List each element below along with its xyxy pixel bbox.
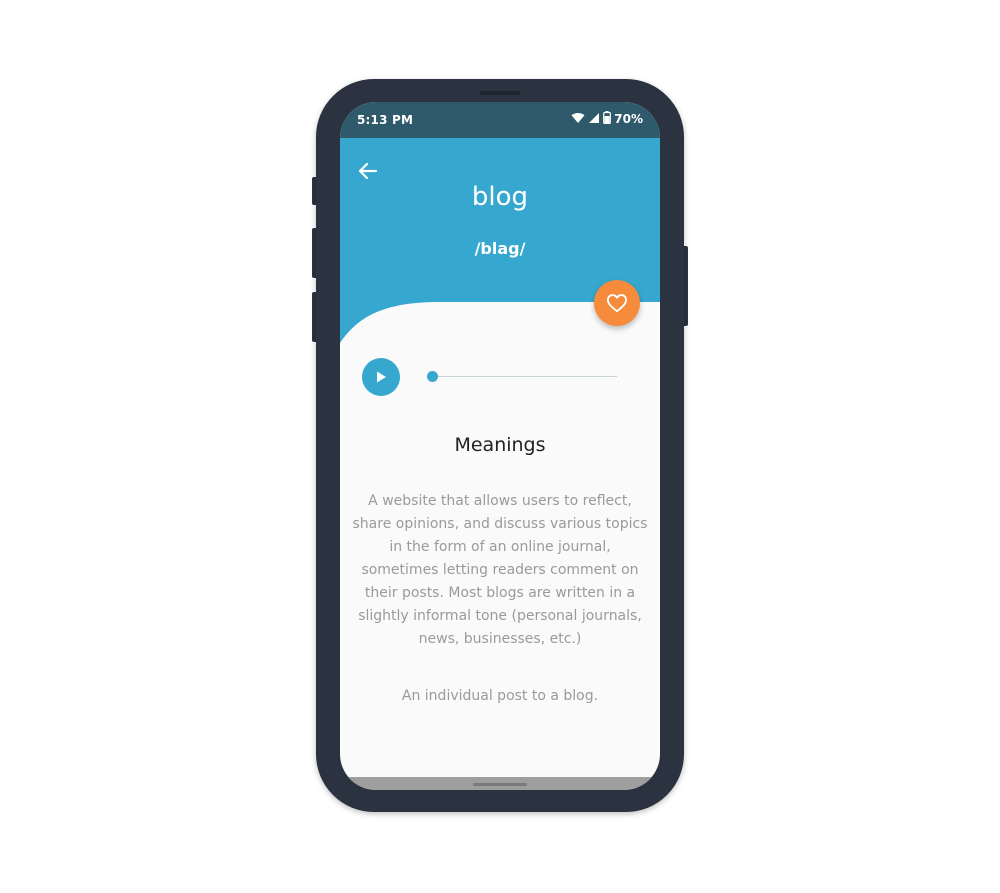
favorite-button[interactable] bbox=[594, 280, 640, 326]
audio-progress-thumb[interactable] bbox=[427, 371, 438, 382]
status-icons: 70% bbox=[571, 111, 643, 127]
word-title: blog bbox=[471, 182, 529, 212]
home-indicator[interactable] bbox=[473, 783, 527, 786]
back-button[interactable] bbox=[356, 159, 380, 183]
heart-outline-icon bbox=[607, 294, 627, 313]
audio-progress-track[interactable] bbox=[432, 376, 617, 377]
battery-percent: 70% bbox=[614, 112, 643, 126]
play-button[interactable] bbox=[362, 358, 400, 396]
arrow-left-icon bbox=[358, 162, 378, 180]
header-wave bbox=[340, 302, 660, 378]
earpiece bbox=[480, 91, 520, 95]
battery-icon bbox=[603, 111, 612, 127]
app-screen: 5:13 PM 70% blog /blag/ Meanings A websi… bbox=[340, 102, 660, 790]
phonetic-text: /blag/ bbox=[474, 239, 526, 258]
cell-signal-icon bbox=[588, 112, 600, 127]
meaning-item: A website that allows users to reflect, … bbox=[352, 493, 648, 647]
status-time: 5:13 PM bbox=[357, 113, 414, 127]
play-icon bbox=[377, 371, 386, 383]
meaning-item: An individual post to a blog. bbox=[401, 688, 599, 704]
stage: 5:13 PM 70% blog /blag/ Meanings A websi… bbox=[0, 0, 1000, 893]
status-bar: 5:13 PM 70% bbox=[340, 102, 660, 138]
wifi-icon bbox=[571, 112, 585, 127]
meanings-heading: Meanings bbox=[454, 434, 546, 456]
